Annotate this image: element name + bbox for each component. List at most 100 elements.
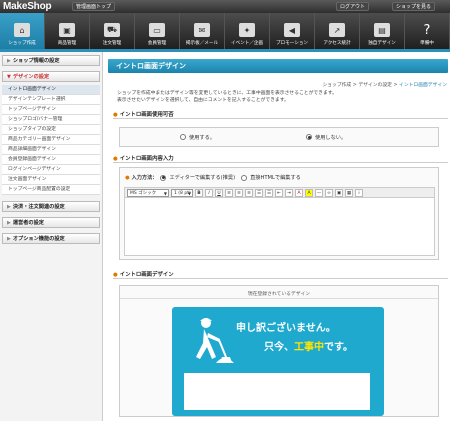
image-icon[interactable]: ▣	[335, 188, 343, 197]
radio-editor[interactable]: エディターで編集する(推奨)	[160, 174, 235, 181]
breadcrumb-separator: >	[393, 83, 398, 88]
sidebar-heading-label: オプション機能の設定	[12, 236, 65, 242]
radio-label: エディターで編集する(推奨)	[169, 175, 236, 181]
nav-shop-create[interactable]: ⌂ ショップ作成	[0, 13, 45, 49]
radio-html[interactable]: 直接HTMLで編集する	[241, 174, 301, 181]
italic-icon[interactable]: I	[205, 188, 213, 197]
triangle-right-icon: ▶	[7, 204, 11, 210]
editor-panel: ● 入力方法： エディターで編集する(推奨) 直接HTMLで編集する MS ゴシ…	[119, 167, 439, 260]
home-icon: ⌂	[14, 23, 30, 37]
indent-icon[interactable]: ⇥	[285, 188, 293, 197]
sidebar-options[interactable]: ▶ オプション機能の設定	[2, 233, 100, 244]
sidebar-item-login-page[interactable]: ログインページデザイン	[2, 165, 100, 175]
top-bar: MakeShop 管理画面トップ ログアウト ショップを見る	[0, 0, 450, 13]
breadcrumb-design-settings[interactable]: デザインの設定	[358, 83, 392, 88]
bold-icon[interactable]: B	[195, 188, 203, 197]
sidebar-payment[interactable]: ▶ 決済・注文関連の設定	[2, 201, 100, 212]
sidebar-item-logo-banner[interactable]: ショップロゴ/バナー管理	[2, 115, 100, 125]
ordered-list-icon[interactable]: ☰	[255, 188, 263, 197]
sidebar-item-category-design[interactable]: 商品カテゴリー画面デザイン	[2, 135, 100, 145]
sidebar-item-intro-design[interactable]: イントロ画面デザイン	[2, 85, 100, 95]
view-shop-link[interactable]: ショップを見る	[392, 2, 436, 11]
sidebar-shop-info[interactable]: ▶ ショップ情報の設定	[2, 55, 100, 66]
nav-preparing[interactable]: ? 準備中	[405, 13, 450, 49]
radio-label: 直接HTMLで編集する	[250, 175, 301, 181]
align-left-icon[interactable]: ≡	[225, 188, 233, 197]
nav-custom-design[interactable]: ▤ 独自デザイン	[360, 13, 405, 49]
logout-link[interactable]: ログアウト	[336, 2, 370, 11]
unordered-list-icon[interactable]: ☰	[265, 188, 273, 197]
input-method-row: ● 入力方法： エディターで編集する(推奨) 直接HTMLで編集する	[125, 174, 301, 181]
nav-label: アクセス統計	[323, 41, 351, 46]
sidebar-item-top-page[interactable]: トップページデザイン	[2, 105, 100, 115]
view-shop-label: ショップを見る	[396, 4, 432, 10]
breadcrumb-current: イントロ画面デザイン	[399, 83, 447, 88]
radio-use-no[interactable]: 使用しない。	[306, 134, 346, 141]
truck-icon: ⛟	[104, 23, 120, 37]
sidebar-item-shop-type[interactable]: ショップタイプの設定	[2, 125, 100, 135]
radio-circle-icon	[180, 134, 186, 140]
party-icon: ✦	[239, 23, 255, 37]
sidebar-item-member-register[interactable]: 会員登録画面デザイン	[2, 155, 100, 165]
link-icon[interactable]: ∞	[325, 188, 333, 197]
radio-circle-icon	[241, 174, 248, 181]
triangle-right-icon: ▶	[7, 58, 11, 64]
triangle-right-icon: ▶	[7, 236, 11, 242]
nav-members[interactable]: ▭ 会員管理	[135, 13, 180, 49]
sidebar-heading-label: 決済・注文関連の設定	[12, 204, 65, 210]
box-icon: ▣	[59, 23, 75, 37]
mail-icon: ✉	[194, 23, 210, 37]
nav-label: 注文管理	[102, 41, 122, 46]
text-color-icon[interactable]: A	[295, 188, 303, 197]
intro-content-editor[interactable]	[124, 198, 435, 256]
sidebar-item-product-detail[interactable]: 商品詳細画面デザイン	[2, 145, 100, 155]
size-select[interactable]: 1 (8 pt) ▼	[171, 188, 193, 197]
sidebar-item-order-page[interactable]: 注文画面デザイン	[2, 175, 100, 185]
nav-products[interactable]: ▣ 商品管理	[45, 13, 90, 49]
sidebar-item-top-product-layout[interactable]: トップページ商品配置の設定	[2, 185, 100, 195]
radio-label: 使用する。	[189, 134, 215, 141]
megaphone-icon: ◀	[284, 23, 300, 37]
admin-top-label: 管理画面トップ	[76, 4, 112, 10]
horizontal-rule-icon[interactable]: —	[315, 188, 323, 197]
outdent-icon[interactable]: ⇤	[275, 188, 283, 197]
banner-comment-area	[184, 373, 370, 410]
radio-selected-icon	[160, 174, 167, 181]
align-right-icon[interactable]: ≡	[245, 188, 253, 197]
nav-board-mail[interactable]: ✉ 掲示板／メール	[180, 13, 225, 49]
sidebar-operator[interactable]: ▶ 運営者の設定	[2, 217, 100, 228]
breadcrumb-separator: >	[352, 83, 357, 88]
banner-message-status: 只今、工事中です。	[264, 338, 353, 353]
sidebar-heading-label: 運営者の設定	[12, 220, 44, 226]
nav-access-stats[interactable]: ↗ アクセス統計	[315, 13, 360, 49]
banner-message-highlight: 工事中	[294, 342, 324, 353]
intro-line: 表示させたいデザインを選択して、自由にコメントを記入することができます。	[117, 97, 289, 103]
radio-selected-icon	[306, 134, 312, 140]
main-content: イントロ画面デザイン ショップ作成 > デザインの設定 > イントロ画面デザイン…	[105, 52, 450, 421]
font-select[interactable]: MS ゴシック ▼	[127, 188, 169, 197]
main-nav: ⌂ ショップ作成 ▣ 商品管理 ⛟ 注文管理 ▭ 会員管理 ✉ 掲示板／メール ✦ イベント…	[0, 13, 450, 49]
nav-label: 準備中	[420, 41, 434, 46]
bullet-icon: ●	[125, 174, 130, 181]
table-icon[interactable]: ▦	[345, 188, 353, 197]
sidebar-design-settings[interactable]: ▼ デザインの設定	[2, 71, 100, 82]
radio-use-yes[interactable]: 使用する。	[180, 134, 215, 141]
triangle-down-icon: ▼	[7, 74, 11, 80]
nav-orders[interactable]: ⛟ 注文管理	[90, 13, 135, 49]
nav-promotion[interactable]: ◀ プロモーション	[270, 13, 315, 49]
breadcrumb-shop-create[interactable]: ショップ作成	[322, 83, 351, 88]
info-icon[interactable]: i	[355, 188, 363, 197]
font-select-value: MS ゴシック	[130, 190, 157, 196]
align-center-icon[interactable]: ≡	[235, 188, 243, 197]
logo[interactable]: MakeShop	[3, 1, 52, 12]
admin-top-link[interactable]: 管理画面トップ	[72, 2, 116, 11]
nav-events[interactable]: ✦ イベント／企画	[225, 13, 270, 49]
underline-icon[interactable]: U	[215, 188, 223, 197]
highlight-icon[interactable]: A	[305, 188, 313, 197]
intro-text: ショップを作成中またはデザイン等を変更しているときに、工事中画面を表示させること…	[117, 91, 437, 104]
construction-worker-icon	[196, 318, 234, 363]
sidebar-item-template[interactable]: デザインテンプレート選択	[2, 95, 100, 105]
nav-label: イベント／企画	[230, 41, 264, 46]
chevron-down-icon: ▼	[163, 190, 167, 196]
triangle-right-icon: ▶	[7, 220, 11, 226]
